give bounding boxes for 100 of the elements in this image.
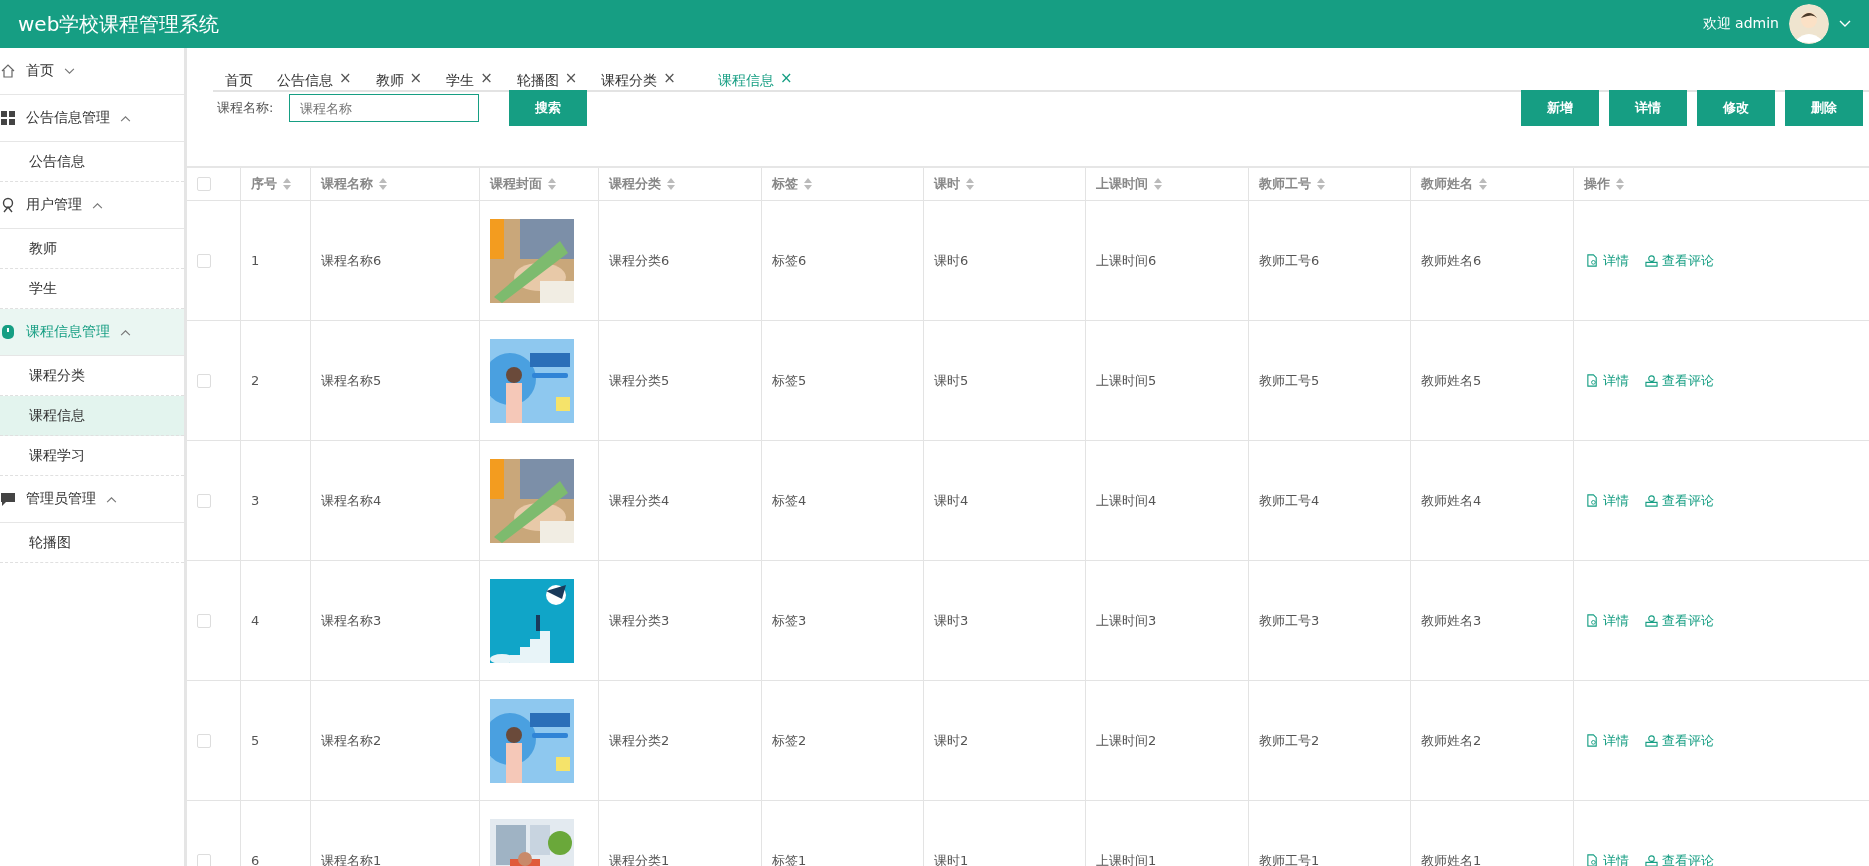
- row-link[interactable]: 详情: [1586, 611, 1629, 630]
- table-cell: 3: [241, 441, 311, 560]
- person-icon: [1645, 614, 1658, 627]
- chevron-icon: [106, 495, 117, 503]
- row-link[interactable]: 详情: [1586, 851, 1629, 866]
- table-cell: 2: [241, 321, 311, 440]
- sort-icon[interactable]: [283, 178, 291, 190]
- close-icon[interactable]: ×: [339, 72, 352, 84]
- row-link[interactable]: 查看评论: [1645, 371, 1714, 390]
- action-button[interactable]: 删除: [1785, 90, 1863, 126]
- column-header[interactable]: 序号: [241, 168, 311, 200]
- sort-icon[interactable]: [804, 178, 812, 190]
- row-link[interactable]: 查看评论: [1645, 611, 1714, 630]
- tab[interactable]: 学生 ×: [434, 72, 505, 90]
- column-header[interactable]: 操作: [1574, 168, 1624, 200]
- column-header[interactable]: 课程分类: [599, 168, 762, 200]
- row-link[interactable]: 详情: [1586, 371, 1629, 390]
- row-link[interactable]: 查看评论: [1645, 251, 1714, 270]
- sort-icon[interactable]: [966, 178, 974, 190]
- column-header[interactable]: 课程封面: [480, 168, 599, 200]
- checkbox[interactable]: [197, 613, 211, 628]
- checkbox[interactable]: [197, 733, 211, 748]
- close-icon[interactable]: ×: [779, 72, 793, 84]
- table-cell: 课程分类6: [599, 201, 762, 320]
- tab[interactable]: 轮播图 ×: [504, 72, 590, 90]
- app-title: web学校课程管理系统: [18, 10, 220, 38]
- table-cell: 标签5: [762, 321, 924, 440]
- sort-icon[interactable]: [667, 178, 675, 190]
- table-cell: 上课时间4: [1086, 441, 1249, 560]
- checkbox[interactable]: [197, 493, 211, 508]
- table-cell: 教师姓名5: [1411, 321, 1574, 440]
- sort-icon[interactable]: [1317, 178, 1325, 190]
- sort-icon[interactable]: [1616, 178, 1624, 190]
- column-header[interactable]: 课时: [924, 168, 1086, 200]
- table-cell: 教师工号2: [1249, 681, 1411, 800]
- row-link[interactable]: 详情: [1586, 491, 1629, 510]
- table-cell: 课程分类1: [599, 801, 762, 866]
- table-cell: 课时2: [924, 681, 1086, 800]
- close-icon[interactable]: ×: [663, 72, 676, 84]
- table-cell: 教师工号6: [1249, 201, 1411, 320]
- submenu-item[interactable]: 轮播图: [0, 523, 184, 563]
- column-header[interactable]: 课程名称: [311, 168, 480, 200]
- avatar-icon[interactable]: [1789, 4, 1829, 44]
- checkbox[interactable]: [197, 177, 211, 191]
- table-cell: 课时3: [924, 561, 1086, 680]
- document-icon: [1586, 374, 1599, 387]
- row-link[interactable]: 查看评论: [1645, 851, 1714, 866]
- grid-icon: [0, 110, 16, 126]
- document-icon: [1586, 254, 1599, 267]
- column-header[interactable]: 教师姓名: [1411, 168, 1574, 200]
- caret-icon[interactable]: [1839, 20, 1851, 28]
- table-cell: 课时4: [924, 441, 1086, 560]
- action-button[interactable]: 新增: [1521, 90, 1599, 126]
- person-icon: [1645, 254, 1658, 267]
- action-button[interactable]: 修改: [1697, 90, 1775, 126]
- close-icon[interactable]: ×: [409, 72, 423, 84]
- tab[interactable]: 课程分类 ×: [589, 72, 688, 90]
- table-cell: 课程分类4: [599, 441, 762, 560]
- table-cell: 教师姓名4: [1411, 441, 1574, 560]
- checkbox[interactable]: [197, 373, 211, 388]
- user-icon: [0, 197, 16, 213]
- search-button[interactable]: 搜索: [509, 90, 588, 126]
- tab[interactable]: 教师 ×: [363, 72, 435, 90]
- table-cell: 标签1: [762, 801, 924, 866]
- table-cell: 教师工号4: [1249, 441, 1411, 560]
- search-field[interactable]: 课程名称: [289, 94, 480, 122]
- table-cell: 上课时间6: [1086, 201, 1249, 320]
- table-cell: 课程名称1: [311, 801, 480, 866]
- column-header[interactable]: 上课时间: [1086, 168, 1249, 200]
- sort-icon[interactable]: [1479, 178, 1487, 190]
- row-link[interactable]: 查看评论: [1645, 491, 1714, 510]
- table-cell: 教师姓名2: [1411, 681, 1574, 800]
- column-header[interactable]: 标签: [762, 168, 924, 200]
- sort-icon[interactable]: [548, 178, 556, 190]
- tab[interactable]: 公告信息 ×: [265, 72, 364, 90]
- table-cell: 课程分类5: [599, 321, 762, 440]
- submenu-item[interactable]: 课程信息: [0, 396, 184, 436]
- table-cell: 1: [241, 201, 311, 320]
- menu-item[interactable]: 课程信息管理: [0, 309, 184, 356]
- checkbox[interactable]: [197, 253, 211, 268]
- document-icon: [1586, 854, 1599, 866]
- tab[interactable]: 课程信息 ×: [687, 72, 805, 90]
- table-cell: 课程名称2: [311, 681, 480, 800]
- column-header[interactable]: 教师工号: [1249, 168, 1411, 200]
- tab[interactable]: 首页: [213, 72, 265, 90]
- sort-icon[interactable]: [379, 178, 387, 190]
- table-cell: 教师工号1: [1249, 801, 1411, 866]
- row-link[interactable]: 查看评论: [1645, 731, 1714, 750]
- close-icon[interactable]: ×: [480, 72, 493, 84]
- checkbox[interactable]: [197, 853, 211, 866]
- row-link[interactable]: 详情: [1586, 731, 1629, 750]
- chevron-icon: [64, 67, 75, 75]
- table-cell: 教师工号3: [1249, 561, 1411, 680]
- close-icon[interactable]: ×: [564, 72, 578, 84]
- sort-icon[interactable]: [1154, 178, 1162, 190]
- table-cell: 上课时间5: [1086, 321, 1249, 440]
- row-link[interactable]: 详情: [1586, 251, 1629, 270]
- action-button[interactable]: 详情: [1609, 90, 1687, 126]
- submenu-item[interactable]: 教师: [0, 229, 184, 269]
- table-cell: 上课时间2: [1086, 681, 1249, 800]
